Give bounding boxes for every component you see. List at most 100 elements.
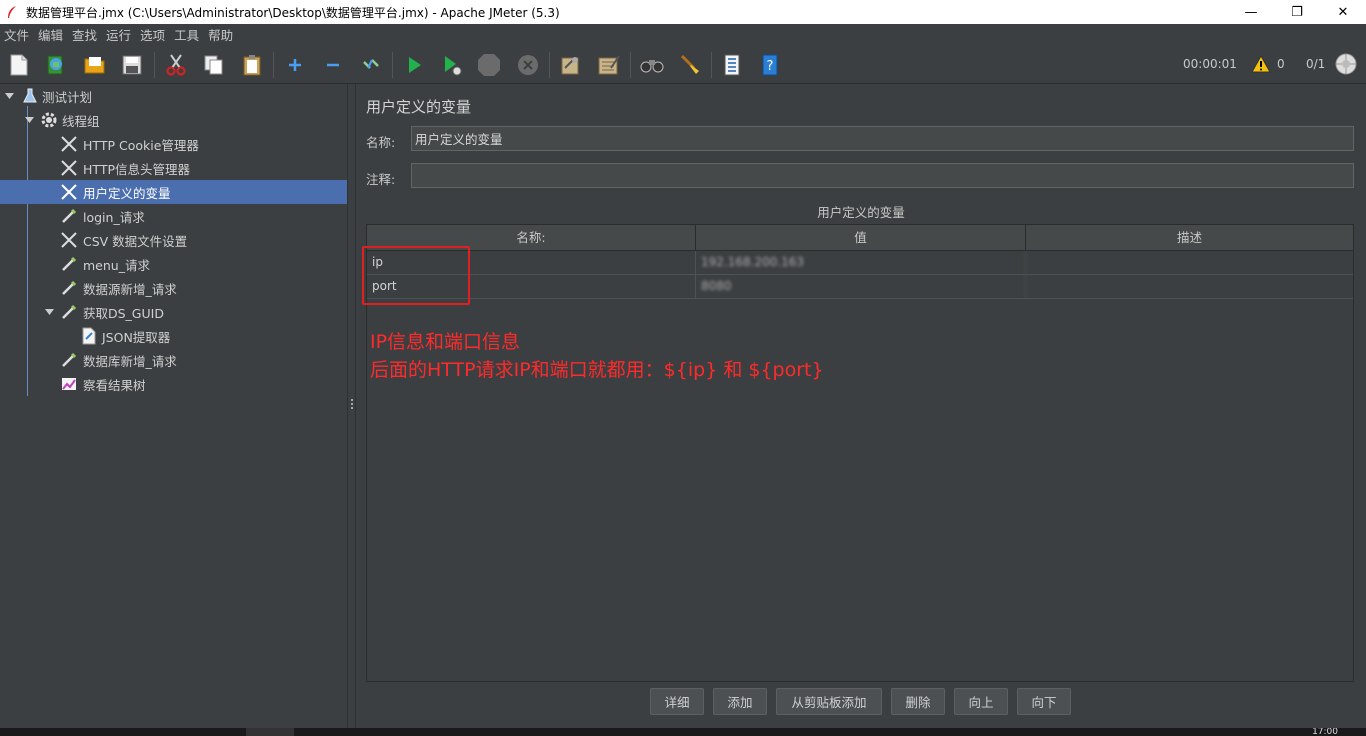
page-title: 用户定义的变量 <box>366 98 472 116</box>
comment-label: 注释: <box>366 172 396 187</box>
warning-icon[interactable] <box>1251 54 1271 74</box>
taskbar-clock: 17:00 <box>1312 728 1338 736</box>
pipette-icon <box>60 303 78 321</box>
document-icon <box>80 327 98 345</box>
name-label: 名称: <box>366 135 396 150</box>
cell-value[interactable]: 192.168.200.163 <box>696 251 1026 275</box>
collapse-icon[interactable] <box>321 53 345 77</box>
tools-icon <box>60 183 78 201</box>
pipette-icon <box>60 279 78 297</box>
shutdown-icon[interactable] <box>516 53 540 77</box>
add-from-clipboard-button[interactable]: 从剪贴板添加 <box>776 688 882 715</box>
open-icon[interactable] <box>83 53 107 77</box>
new-icon[interactable] <box>7 53 31 77</box>
menu-file[interactable]: 文件 <box>4 25 34 44</box>
pipette-icon <box>60 351 78 369</box>
table-row[interactable]: port 8080 <box>367 275 1353 299</box>
tree-node-http-header-manager[interactable]: HTTP信息头管理器 <box>0 156 347 180</box>
clear-icon[interactable] <box>558 53 582 77</box>
chevron-down-icon[interactable] <box>44 307 54 317</box>
taskbar-item[interactable] <box>246 728 294 736</box>
tools-icon <box>60 231 78 249</box>
variables-table: 名称: 值 描述 ip 192.168.200.163 port 8080 <box>366 224 1354 682</box>
name-field[interactable] <box>411 126 1354 151</box>
menu-edit[interactable]: 编辑 <box>38 25 68 44</box>
menu-help[interactable]: 帮助 <box>208 25 238 44</box>
comment-field[interactable] <box>411 163 1354 188</box>
clear-all-icon[interactable] <box>597 53 621 77</box>
help-icon[interactable]: ? <box>758 53 782 77</box>
title-bar: 数据管理平台.jmx (C:\Users\Administrator\Deskt… <box>0 0 1366 24</box>
tree-node-login-request[interactable]: login_请求 <box>0 204 347 228</box>
minimize-button[interactable]: — <box>1228 0 1274 24</box>
cell-description[interactable] <box>1026 251 1353 275</box>
copy-icon[interactable] <box>202 53 226 77</box>
tree-node-csv-data-set[interactable]: CSV 数据文件设置 <box>0 228 347 252</box>
warning-count: 0 <box>1277 57 1285 71</box>
chevron-down-icon[interactable] <box>4 91 14 101</box>
move-down-button[interactable]: 向下 <box>1017 688 1071 715</box>
expand-icon[interactable] <box>283 53 307 77</box>
annotation-highlight-box <box>362 246 470 305</box>
svg-text:?: ? <box>767 59 774 74</box>
close-button[interactable]: ✕ <box>1320 0 1366 24</box>
tree-node-view-results-tree[interactable]: 察看结果树 <box>0 372 347 396</box>
tree-node-get-ds-guid[interactable]: 获取DS_GUID <box>0 300 347 324</box>
move-up-button[interactable]: 向上 <box>954 688 1008 715</box>
pipette-icon <box>60 207 78 225</box>
panel-splitter[interactable] <box>347 84 356 728</box>
templates-icon[interactable] <box>44 53 68 77</box>
stop-icon[interactable] <box>477 53 501 77</box>
add-button[interactable]: 添加 <box>713 688 767 715</box>
start-icon[interactable] <box>402 53 426 77</box>
thread-count: 0/1 <box>1306 57 1326 71</box>
column-header-description[interactable]: 描述 <box>1026 225 1353 251</box>
tree-node-http-cookie-manager[interactable]: HTTP Cookie管理器 <box>0 132 347 156</box>
test-plan-tree: 测试计划 线程组 HTTP Cookie管理器 HTTP信息头管理器 用户定义的… <box>0 84 347 728</box>
pipette-icon <box>60 255 78 273</box>
reset-search-icon[interactable] <box>677 53 701 77</box>
chart-icon <box>60 375 78 393</box>
table-button-row: 详细 添加 从剪贴板添加 删除 向上 向下 <box>356 688 1366 716</box>
start-no-pause-icon[interactable] <box>440 53 464 77</box>
search-icon[interactable] <box>640 53 664 77</box>
tools-icon <box>60 159 78 177</box>
tree-node-thread-group[interactable]: 线程组 <box>0 108 347 132</box>
cell-description[interactable] <box>1026 275 1353 299</box>
maximize-button[interactable]: ❐ <box>1274 0 1320 24</box>
table-header: 名称: 值 描述 <box>367 225 1353 251</box>
column-header-value[interactable]: 值 <box>696 225 1026 251</box>
taskbar: 17:00 <box>0 728 1366 736</box>
menu-run[interactable]: 运行 <box>106 25 136 44</box>
toggle-icon[interactable] <box>359 53 383 77</box>
elapsed-time: 00:00:01 <box>1183 57 1237 71</box>
menu-bar: 文件 编辑 查找 运行 选项 工具 帮助 <box>0 24 1366 44</box>
remote-status-icon <box>1335 53 1357 75</box>
tree-node-user-defined-variables[interactable]: 用户定义的变量 <box>0 180 347 204</box>
jmeter-feather-icon <box>4 4 20 20</box>
annotation-line-2: 后面的HTTP请求IP和端口就都用：${ip} 和 ${port} <box>370 359 824 381</box>
cell-value[interactable]: 8080 <box>696 275 1026 299</box>
detail-button[interactable]: 详细 <box>650 688 704 715</box>
annotation-line-1: IP信息和端口信息 <box>370 331 521 353</box>
chevron-down-icon[interactable] <box>24 115 34 125</box>
delete-button[interactable]: 删除 <box>891 688 945 715</box>
tree-node-datasource-add-request[interactable]: 数据源新增_请求 <box>0 276 347 300</box>
tree-node-json-extractor[interactable]: JSON提取器 <box>0 324 347 348</box>
cut-icon[interactable] <box>164 53 188 77</box>
table-row[interactable]: ip 192.168.200.163 <box>367 251 1353 275</box>
flask-icon <box>21 87 39 105</box>
save-icon[interactable] <box>120 53 144 77</box>
tools-icon <box>60 135 78 153</box>
menu-options[interactable]: 选项 <box>140 25 170 44</box>
splitter-grip-icon[interactable] <box>351 399 353 411</box>
window-title: 数据管理平台.jmx (C:\Users\Administrator\Deskt… <box>26 5 560 20</box>
tree-node-menu-request[interactable]: menu_请求 <box>0 252 347 276</box>
function-helper-icon[interactable] <box>720 53 744 77</box>
tree-node-test-plan[interactable]: 测试计划 <box>0 84 347 108</box>
element-config-panel: 用户定义的变量 名称: 注释: 用户定义的变量 名称: 值 描述 ip 192.… <box>356 84 1366 728</box>
menu-search[interactable]: 查找 <box>72 25 102 44</box>
paste-icon[interactable] <box>240 53 264 77</box>
tree-node-database-add-request[interactable]: 数据库新增_请求 <box>0 348 347 372</box>
menu-tools[interactable]: 工具 <box>174 25 204 44</box>
